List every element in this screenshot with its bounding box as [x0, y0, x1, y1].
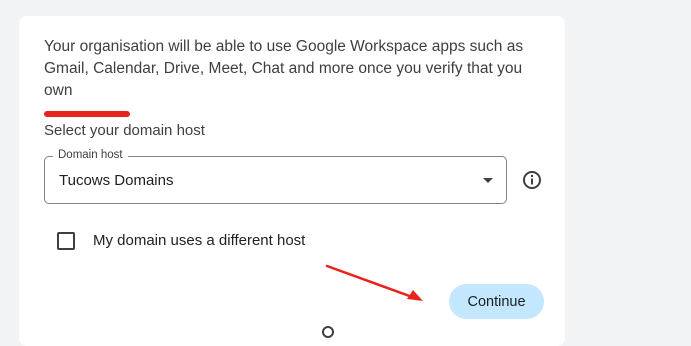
domain-host-select[interactable]: Domain host Tucows Domains [44, 149, 507, 204]
redacted-domain [44, 110, 130, 117]
intro-text-body: Your organisation will be able to use Go… [44, 38, 524, 99]
different-host-checkbox[interactable] [57, 232, 75, 250]
loading-indicator [322, 326, 334, 338]
annotation-arrow [325, 264, 423, 301]
domain-host-selected-value: Tucows Domains [59, 172, 174, 189]
arrow-drop-down-icon[interactable] [483, 178, 493, 183]
verify-domain-card: Your organisation will be able to use Go… [19, 16, 565, 346]
domain-host-section-label: Select your domain host [44, 122, 205, 139]
domain-host-field-label: Domain host [53, 149, 128, 161]
info-icon[interactable] [522, 170, 542, 190]
continue-button[interactable]: Continue [449, 284, 544, 319]
different-host-label[interactable]: My domain uses a different host [93, 232, 305, 249]
intro-text: Your organisation will be able to use Go… [44, 36, 544, 124]
